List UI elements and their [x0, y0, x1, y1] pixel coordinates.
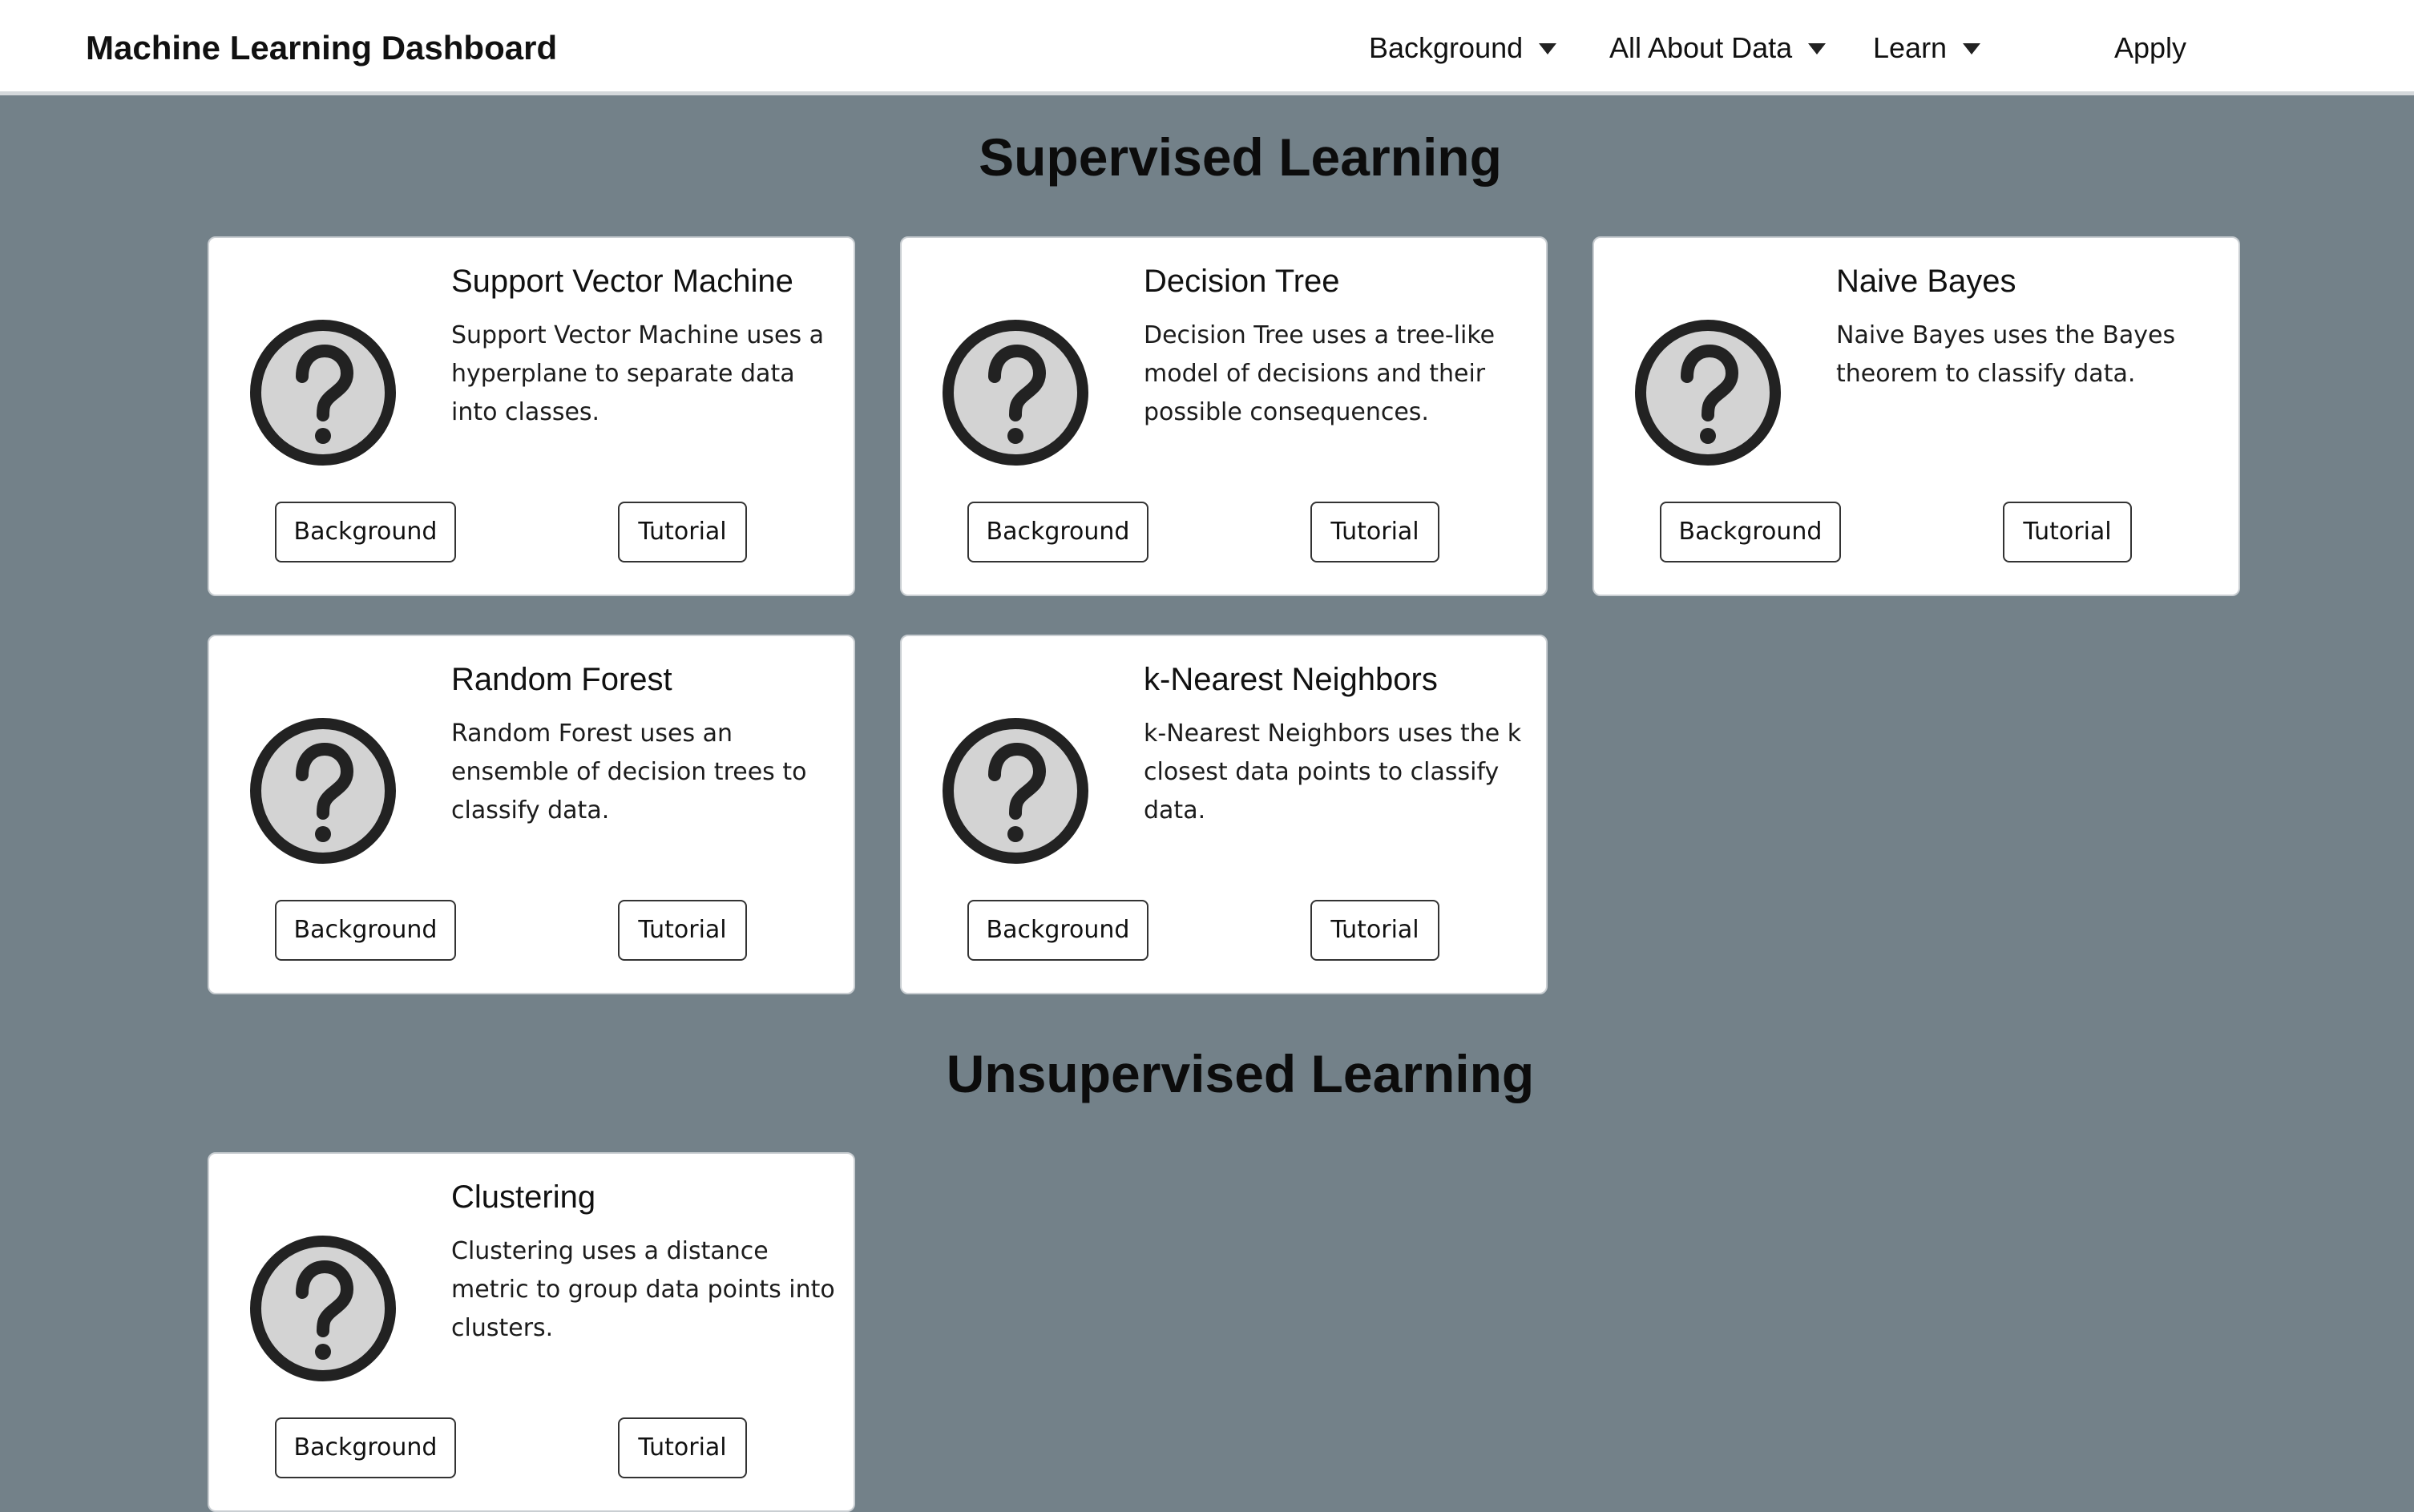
question-mark-icon — [943, 718, 1088, 864]
question-mark-icon — [943, 320, 1088, 466]
brand-title[interactable]: Machine Learning Dashboard — [86, 0, 557, 95]
background-button[interactable]: Background — [275, 502, 456, 562]
background-button[interactable]: Background — [275, 900, 456, 961]
navbar: Machine Learning Dashboard Background Al… — [0, 0, 2414, 95]
tutorial-button[interactable]: Tutorial — [618, 900, 747, 961]
question-mark-icon — [250, 320, 396, 466]
nav-learn-label: Learn — [1873, 30, 1948, 64]
background-button[interactable]: Background — [967, 900, 1148, 961]
card-title: Naive Bayes — [1836, 264, 2016, 299]
card-title: k-Nearest Neighbors — [1144, 662, 1438, 697]
tutorial-button[interactable]: Tutorial — [2003, 502, 2132, 562]
caret-down-icon — [1539, 42, 1557, 54]
tutorial-button[interactable]: Tutorial — [1310, 502, 1439, 562]
card-k-nearest-neighbors: k-Nearest Neighbors k-Nearest Neighbors … — [900, 635, 1548, 994]
card-support-vector-machine: Support Vector Machine Support Vector Ma… — [208, 236, 855, 596]
card-title: Support Vector Machine — [451, 264, 793, 299]
nav-background-dropdown[interactable]: Background — [1369, 0, 1557, 95]
nav-apply-link[interactable]: Apply — [2114, 0, 2186, 95]
caret-down-icon — [1963, 42, 1981, 54]
card-title: Random Forest — [451, 662, 672, 697]
card-description: k-Nearest Neighbors uses the k closest d… — [1144, 720, 1522, 825]
card-description: Random Forest uses an ensemble of decisi… — [451, 720, 807, 825]
question-mark-icon — [250, 1236, 396, 1381]
tutorial-button[interactable]: Tutorial — [618, 1417, 747, 1478]
nav-background-label: Background — [1369, 30, 1524, 64]
section-title-supervised: Supervised Learning — [979, 127, 1502, 187]
question-mark-icon — [250, 718, 396, 864]
caret-down-icon — [1808, 42, 1827, 54]
card-description: Support Vector Machine uses a hyperplane… — [451, 321, 825, 426]
card-description: Clustering uses a distance metric to gro… — [451, 1237, 835, 1342]
card-title: Clustering — [451, 1179, 596, 1215]
card-naive-bayes: Naive Bayes Naive Bayes uses the Bayes t… — [1593, 236, 2240, 596]
nav-all-about-data-label: All About Data — [1609, 30, 1793, 64]
tutorial-button[interactable]: Tutorial — [1310, 900, 1439, 961]
nav-all-about-data-dropdown[interactable]: All About Data — [1609, 0, 1827, 95]
background-button[interactable]: Background — [275, 1417, 456, 1478]
card-description: Decision Tree uses a tree-like model of … — [1144, 321, 1496, 426]
card-decision-tree: Decision Tree Decision Tree uses a tree-… — [900, 236, 1548, 596]
card-random-forest: Random Forest Random Forest uses an ense… — [208, 635, 855, 994]
nav-apply-label: Apply — [2114, 30, 2187, 64]
background-button[interactable]: Background — [967, 502, 1148, 562]
card-clustering: Clustering Clustering uses a distance me… — [208, 1152, 855, 1512]
tutorial-button[interactable]: Tutorial — [618, 502, 747, 562]
card-description: Naive Bayes uses the Bayes theorem to cl… — [1836, 321, 2176, 388]
background-button[interactable]: Background — [1660, 502, 1841, 562]
question-mark-icon — [1635, 320, 1781, 466]
card-title: Decision Tree — [1144, 264, 1340, 299]
section-title-unsupervised: Unsupervised Learning — [946, 1044, 1535, 1103]
nav-learn-dropdown[interactable]: Learn — [1873, 0, 1981, 95]
